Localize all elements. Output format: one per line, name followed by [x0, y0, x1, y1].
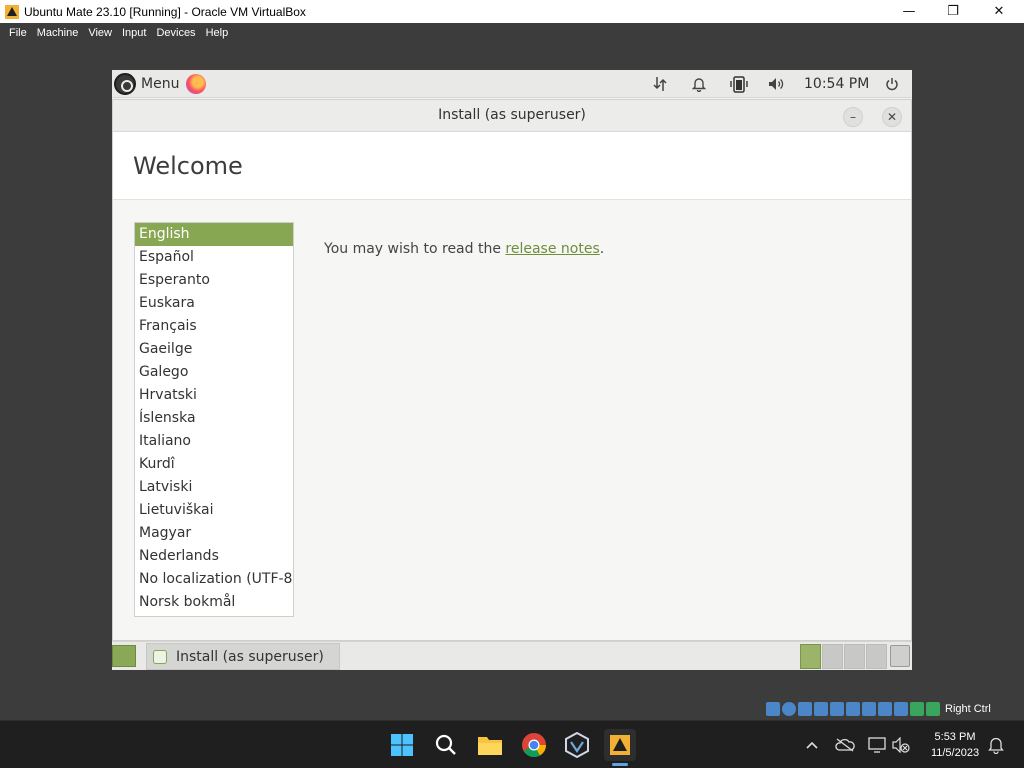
release-notes-link[interactable]: release notes [505, 241, 599, 257]
installer-close-button[interactable]: ✕ [882, 107, 902, 127]
windows-start-icon[interactable] [386, 729, 418, 761]
virtualbox-taskbar-icon[interactable] [561, 729, 593, 761]
menu-devices[interactable]: Devices [151, 27, 200, 39]
show-desktop-button[interactable] [112, 645, 136, 667]
network-adapter-icon[interactable] [814, 702, 828, 716]
installer-titlebar: Install (as superuser) – ✕ [113, 100, 911, 132]
search-icon[interactable] [430, 729, 462, 761]
guest-clock[interactable]: 10:54 PM [804, 76, 869, 92]
release-suffix: . [599, 241, 605, 257]
shared-folders-icon[interactable] [846, 702, 860, 716]
workspace-3[interactable] [844, 644, 865, 669]
language-item[interactable]: Latviski [135, 476, 293, 499]
taskbar-window-button[interactable]: Install (as superuser) [146, 643, 340, 670]
workspace-1[interactable] [800, 644, 821, 669]
virtualbox-titlebar: Ubuntu Mate 23.10 [Running] - Oracle VM … [0, 0, 1024, 23]
language-item[interactable]: No localization (UTF-8) [135, 568, 293, 591]
system-time: 5:53 PM [934, 731, 976, 743]
menu-help[interactable]: Help [201, 27, 234, 39]
battery-icon[interactable] [728, 70, 750, 98]
trash-icon[interactable] [890, 645, 910, 667]
system-date: 11/5/2023 [930, 747, 980, 759]
system-clock[interactable]: 5:53 PM 11/5/2023 [920, 729, 990, 761]
monitor-icon[interactable] [865, 733, 889, 757]
language-item[interactable]: Nederlands [135, 545, 293, 568]
installer-window: Install (as superuser) – ✕ Welcome Engli… [112, 99, 912, 641]
notification-bell-icon[interactable] [984, 733, 1008, 757]
virtualbox-vm-window-icon[interactable] [604, 729, 636, 761]
bell-icon[interactable] [689, 70, 709, 98]
menu-input[interactable]: Input [117, 27, 151, 39]
language-item[interactable]: Euskara [135, 292, 293, 315]
virtualbox-menubar: File Machine View Input Devices Help [0, 23, 1024, 42]
language-item[interactable]: Français [135, 315, 293, 338]
menu-file[interactable]: File [4, 27, 32, 39]
installer-minimize-button[interactable]: – [843, 107, 863, 127]
recording-icon[interactable] [878, 702, 892, 716]
workspace-2[interactable] [822, 644, 843, 669]
audio-icon[interactable] [798, 702, 812, 716]
menu-view[interactable]: View [83, 27, 117, 39]
release-notes-text: You may wish to read the release notes. [324, 241, 604, 257]
release-prefix: You may wish to read the [324, 241, 506, 257]
mate-bottom-panel: Install (as superuser) [112, 641, 912, 670]
welcome-header: Welcome [113, 132, 911, 200]
virtualbox-app-icon [5, 4, 19, 19]
language-item[interactable]: Norsk bokmål [135, 591, 293, 614]
installer-app-icon [153, 649, 167, 664]
language-item[interactable]: Italiano [135, 430, 293, 453]
usb-icon[interactable] [830, 702, 844, 716]
harddisk-icon[interactable] [766, 702, 780, 716]
mate-top-panel: Menu 10:54 PM [112, 70, 912, 98]
language-item[interactable]: Kurdî [135, 453, 293, 476]
file-explorer-icon[interactable] [474, 729, 506, 761]
guest-screen: Menu 10:54 PM Install (as superuser) – ✕… [112, 70, 912, 670]
display-icon[interactable] [862, 702, 876, 716]
task-label: Install (as superuser) [176, 648, 324, 665]
chevron-up-icon[interactable] [800, 733, 824, 757]
language-item[interactable]: Galego [135, 361, 293, 384]
onedrive-icon[interactable] [833, 733, 857, 757]
speaker-muted-icon[interactable] [889, 733, 913, 757]
power-icon[interactable] [882, 70, 902, 98]
cpu-icon[interactable] [894, 702, 908, 716]
language-item[interactable]: Lietuviškai [135, 499, 293, 522]
network-icon[interactable] [650, 70, 670, 98]
close-button[interactable]: ✕ [976, 0, 1022, 23]
mouse-integration-icon[interactable] [910, 702, 924, 716]
maximize-button[interactable]: ❐ [930, 0, 976, 23]
windows-taskbar: 5:53 PM 11/5/2023 [0, 720, 1024, 768]
minimize-button[interactable]: — [886, 0, 932, 23]
mate-menu-button[interactable]: Menu [141, 76, 179, 92]
language-list[interactable]: English Español Esperanto Euskara França… [134, 222, 294, 617]
window-title: Ubuntu Mate 23.10 [Running] - Oracle VM … [24, 4, 306, 19]
chrome-icon[interactable] [518, 729, 550, 761]
language-item[interactable]: Esperanto [135, 269, 293, 292]
language-item[interactable]: Íslenska [135, 407, 293, 430]
page-title: Welcome [133, 152, 243, 180]
workspace-4[interactable] [866, 644, 887, 669]
menu-machine[interactable]: Machine [32, 27, 84, 39]
host-key-label: Right Ctrl [945, 703, 991, 715]
language-item[interactable]: Hrvatski [135, 384, 293, 407]
language-item-selected[interactable]: English [135, 223, 293, 246]
language-item[interactable]: Gaeilge [135, 338, 293, 361]
virtualbox-status-bar: Right Ctrl [766, 700, 991, 718]
optical-drive-icon[interactable] [782, 702, 796, 716]
installer-title: Install (as superuser) [438, 107, 586, 123]
volume-icon[interactable] [766, 70, 786, 98]
firefox-icon[interactable] [186, 74, 206, 94]
active-app-indicator [612, 763, 628, 766]
mate-logo-icon[interactable] [114, 73, 136, 95]
language-item[interactable]: Español [135, 246, 293, 269]
language-item[interactable]: Magyar [135, 522, 293, 545]
keyboard-capture-icon[interactable] [926, 702, 940, 716]
